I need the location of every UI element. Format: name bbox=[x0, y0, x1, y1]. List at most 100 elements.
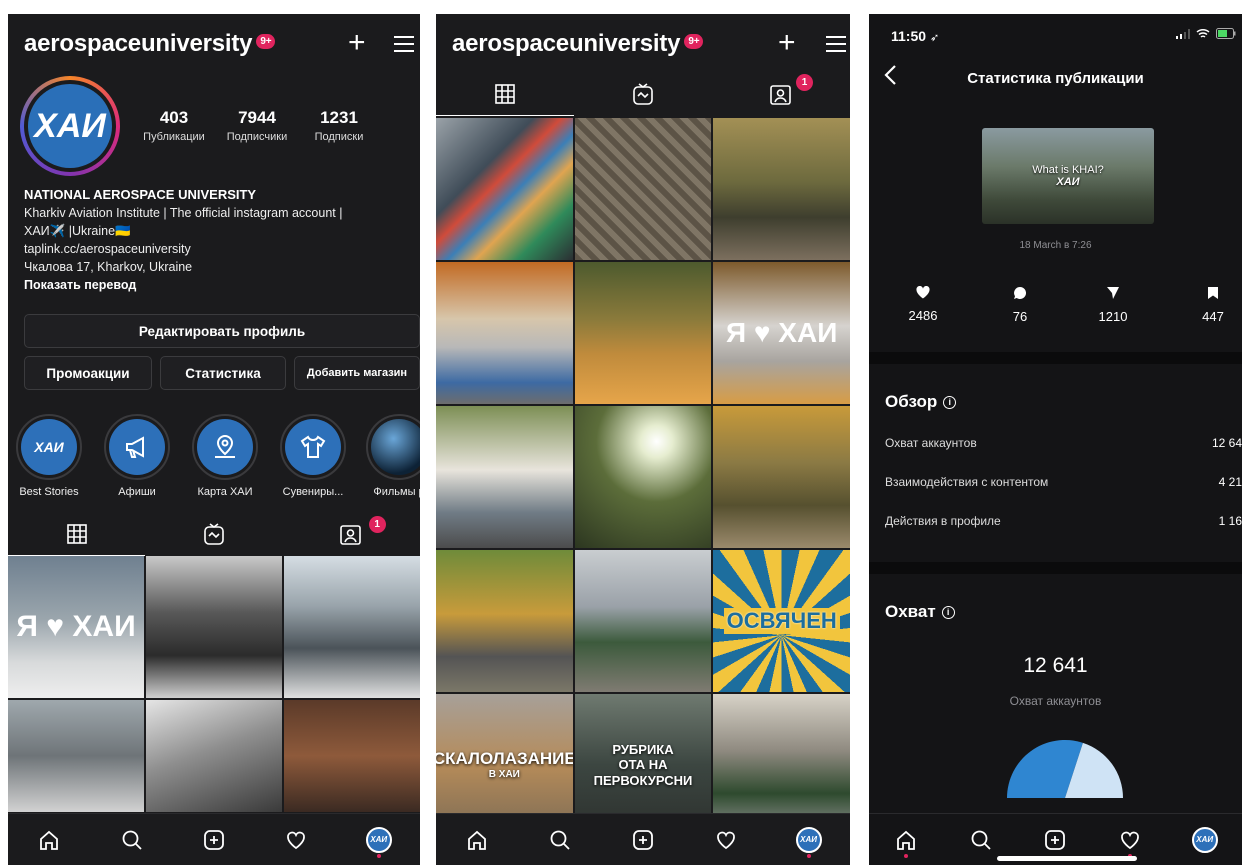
post-thumbnail[interactable]: Я ♥ ХАИ bbox=[8, 556, 144, 698]
post-thumbnail[interactable] bbox=[713, 118, 850, 260]
post-thumbnail[interactable]: ОСВЯЧЕН bbox=[713, 550, 850, 692]
info-icon[interactable]: i bbox=[941, 606, 955, 619]
clock: 11:50 ➶ bbox=[891, 28, 939, 44]
activity-heart-icon[interactable] bbox=[706, 820, 746, 860]
search-icon[interactable] bbox=[540, 820, 580, 860]
post-thumbnail[interactable] bbox=[574, 262, 712, 404]
bio-line: Kharkiv Aviation Institute | The officia… bbox=[24, 206, 343, 220]
username-switcher[interactable]: aerospaceuniversity 9+ bbox=[452, 30, 704, 58]
profile-tab-avatar[interactable]: ХАИ bbox=[359, 820, 399, 860]
globe-icon bbox=[371, 419, 420, 475]
share-icon bbox=[1107, 287, 1119, 299]
post-thumbnail[interactable]: Я ♥ ХАИ bbox=[713, 262, 850, 404]
new-post-icon[interactable] bbox=[1035, 820, 1075, 860]
add-shop-button[interactable]: Добавить магазин bbox=[294, 356, 420, 390]
tab-igtv[interactable] bbox=[145, 512, 282, 556]
activity-heart-icon[interactable] bbox=[1110, 820, 1150, 860]
highlight-posters[interactable]: Афиши bbox=[100, 414, 174, 498]
overview-row-profile-actions[interactable]: Действия в профиле 1 16 bbox=[885, 514, 1242, 528]
activity-heart-icon[interactable] bbox=[276, 820, 316, 860]
home-indicator bbox=[997, 856, 1137, 861]
plus-icon[interactable]: + bbox=[778, 28, 796, 58]
reach-label: Охват аккаунтов bbox=[1009, 694, 1102, 708]
highlight-films[interactable]: Фильмы р bbox=[362, 414, 420, 498]
tab-igtv[interactable] bbox=[574, 72, 712, 116]
tab-tagged[interactable]: 1 bbox=[712, 72, 850, 116]
shares-metric: 1210 bbox=[1083, 286, 1143, 324]
avatar-icon: ХАИ bbox=[1191, 826, 1218, 853]
reach-chart bbox=[1007, 740, 1123, 798]
insights-button[interactable]: Статистика bbox=[160, 356, 286, 390]
posts-count[interactable]: 403 Публикации bbox=[136, 108, 212, 143]
bio-line: ХАИ✈️ |Ukraine🇺🇦 bbox=[24, 224, 131, 238]
home-icon[interactable] bbox=[29, 820, 69, 860]
username: aerospaceuniversity bbox=[452, 30, 681, 57]
tagged-badge: 1 bbox=[796, 74, 813, 91]
followers-label: Подписчики bbox=[226, 131, 288, 143]
following-count[interactable]: 1231 Подписки bbox=[302, 108, 376, 143]
profile-tab-avatar[interactable]: ХАИ bbox=[1185, 820, 1225, 860]
search-icon[interactable] bbox=[112, 820, 152, 860]
post-thumbnail[interactable] bbox=[146, 700, 282, 812]
following-value: 1231 bbox=[320, 108, 358, 127]
profile-tab-avatar[interactable]: ХАИ bbox=[789, 820, 829, 860]
bio: NATIONAL AEROSPACE UNIVERSITY Kharkiv Av… bbox=[24, 186, 419, 294]
row-value: 4 21 bbox=[1218, 475, 1242, 489]
menu-icon[interactable] bbox=[394, 36, 414, 57]
wifi-icon bbox=[1196, 28, 1210, 38]
overview-row-interactions[interactable]: Взаимодействия с контентом 4 21 bbox=[885, 475, 1242, 489]
post-thumbnail[interactable] bbox=[436, 406, 573, 548]
highlight-souvenirs[interactable]: Сувениры... bbox=[276, 414, 350, 498]
bookmark-icon bbox=[1208, 287, 1218, 299]
highlight-label: Фильмы р bbox=[373, 486, 420, 498]
username-switcher[interactable]: aerospaceuniversity 9+ bbox=[24, 30, 276, 58]
post-thumbnail[interactable] bbox=[436, 550, 573, 692]
post-thumbnail[interactable] bbox=[436, 118, 573, 260]
tab-tagged[interactable]: 1 bbox=[283, 512, 420, 556]
signal-icon bbox=[1176, 28, 1190, 39]
search-icon[interactable] bbox=[961, 820, 1001, 860]
bio-address[interactable]: Чкалова 17, Kharkov, Ukraine bbox=[24, 258, 419, 276]
promotions-button[interactable]: Промоакции bbox=[24, 356, 152, 390]
post-thumbnail[interactable] bbox=[574, 118, 712, 260]
avatar[interactable]: ХАИ bbox=[20, 76, 120, 176]
home-icon[interactable] bbox=[457, 820, 497, 860]
post-grid: Я ♥ ХАИ bbox=[8, 556, 420, 812]
edit-profile-button[interactable]: Редактировать профиль bbox=[24, 314, 420, 348]
new-post-icon[interactable] bbox=[623, 820, 663, 860]
tab-grid[interactable] bbox=[436, 72, 574, 116]
tab-grid[interactable] bbox=[8, 512, 146, 556]
post-thumbnail[interactable] bbox=[436, 262, 573, 404]
highlight-best-stories[interactable]: ХАИ Best Stories bbox=[12, 414, 86, 498]
saves-value: 447 bbox=[1202, 309, 1224, 324]
row-label: Взаимодействия с контентом bbox=[885, 475, 1049, 489]
xai-logo-icon: ХАИ bbox=[21, 419, 77, 475]
followers-count[interactable]: 7944 Подписчики bbox=[216, 108, 298, 143]
megaphone-icon bbox=[109, 419, 165, 475]
poster-title: ОСВЯЧЕН bbox=[723, 607, 840, 635]
home-icon[interactable] bbox=[886, 820, 926, 860]
new-post-icon[interactable] bbox=[194, 820, 234, 860]
post-thumbnail[interactable] bbox=[284, 700, 420, 812]
post-thumbnail[interactable] bbox=[284, 556, 420, 698]
avatar-icon: ХАИ bbox=[795, 826, 822, 853]
info-icon[interactable]: i bbox=[943, 396, 957, 409]
profile-tabs: 1 bbox=[436, 72, 850, 116]
highlight-map[interactable]: Карта ХАИ bbox=[188, 414, 262, 498]
menu-icon[interactable] bbox=[826, 36, 846, 57]
post-thumbnail[interactable] bbox=[713, 406, 850, 548]
notification-dot bbox=[806, 853, 811, 858]
post-preview[interactable]: What is KHAI? ХАИ bbox=[982, 128, 1154, 224]
post-thumbnail[interactable] bbox=[146, 556, 282, 698]
comments-metric: 76 bbox=[990, 286, 1050, 324]
followers-value: 7944 bbox=[238, 108, 276, 127]
post-thumbnail[interactable] bbox=[574, 550, 712, 692]
comments-value: 76 bbox=[1012, 309, 1028, 324]
post-thumbnail[interactable] bbox=[8, 700, 144, 812]
rubric-subtitle: ОТА НА ПЕРВОКУРСНИ bbox=[593, 757, 693, 788]
translate-link[interactable]: Показать перевод bbox=[24, 276, 419, 294]
overview-row-reach[interactable]: Охват аккаунтов 12 64 bbox=[885, 436, 1242, 450]
bio-link[interactable]: taplink.cc/aerospaceuniversity bbox=[24, 240, 419, 258]
post-thumbnail[interactable] bbox=[574, 406, 712, 548]
plus-icon[interactable]: + bbox=[348, 28, 366, 58]
